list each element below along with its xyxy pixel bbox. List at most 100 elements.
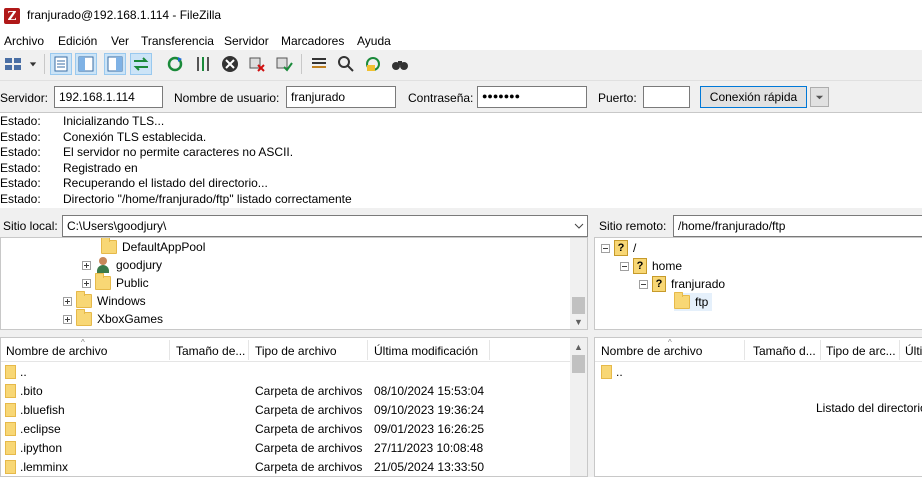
menu-marcadores[interactable]: Marcadores <box>281 34 344 48</box>
toolbar-separator <box>44 54 45 74</box>
column-divider[interactable] <box>489 340 490 360</box>
cancel-icon[interactable] <box>219 53 241 75</box>
username-input[interactable]: franjurado <box>286 86 396 108</box>
column-divider[interactable] <box>248 340 249 360</box>
refresh-icon[interactable] <box>164 53 186 75</box>
column-divider[interactable] <box>820 340 821 360</box>
folder-icon <box>76 309 92 326</box>
tree-item[interactable]: XboxGames <box>63 309 163 328</box>
password-input[interactable]: ●●●●●●● <box>477 86 587 108</box>
file-row[interactable]: .lemminx Carpeta de archivos 21/05/2024 … <box>1 457 587 476</box>
log-row: Estado: El servidor no permite caracteres… <box>0 145 294 159</box>
tree-item[interactable]: DefaultAppPool <box>101 238 205 256</box>
file-row[interactable]: .ipython Carpeta de archivos 27/11/2023 … <box>1 438 587 457</box>
file-row[interactable]: .. <box>595 362 922 381</box>
column-header-type[interactable]: Tipo de archivo <box>255 344 365 358</box>
file-row[interactable]: .eclipse Carpeta de archivos 09/01/2023 … <box>1 419 587 438</box>
column-header-modified[interactable]: Últi <box>905 344 922 358</box>
tree-item[interactable]: Windows <box>63 291 146 310</box>
menu-bar: Archivo Edición Ver Transferencia Servid… <box>0 32 922 50</box>
server-input[interactable]: 192.168.1.114 <box>54 86 163 108</box>
tree-item[interactable]: ? / <box>601 239 636 257</box>
file-row[interactable]: .bluefish Carpeta de archivos 09/10/2023… <box>1 400 587 419</box>
log-row: Estado: Registrado en <box>0 160 138 175</box>
local-tree-scrollbar[interactable]: ▼ <box>570 238 587 329</box>
collapse-icon[interactable] <box>639 279 648 289</box>
disconnect-icon[interactable] <box>246 53 268 75</box>
port-input[interactable] <box>643 86 690 108</box>
folder-icon <box>5 460 16 474</box>
menu-archivo[interactable]: Archivo <box>4 34 44 48</box>
password-label: Contraseña: <box>408 91 474 105</box>
chevron-down-icon[interactable] <box>574 221 584 231</box>
chevron-down-icon[interactable]: ▼ <box>574 318 583 327</box>
unknown-folder-icon: ? <box>614 240 628 256</box>
local-list-scrollbar[interactable]: ▲ <box>570 338 587 476</box>
toggle-local-tree-icon[interactable] <box>75 53 97 75</box>
local-directory-tree[interactable]: DefaultAppPool goodjury Public Windows X… <box>0 237 588 330</box>
local-path-combo[interactable]: C:\Users\goodjury\ <box>62 215 588 237</box>
username-label: Nombre de usuario: <box>174 91 280 105</box>
column-header-size[interactable]: Tamaño de... <box>176 344 248 358</box>
tree-item-selected[interactable]: ftp <box>674 292 713 311</box>
collapse-icon[interactable] <box>620 261 629 271</box>
filter-icon[interactable] <box>308 53 330 75</box>
expand-icon[interactable] <box>63 314 72 324</box>
toggle-remote-tree-icon[interactable] <box>104 53 126 75</box>
folder-icon <box>5 365 16 379</box>
collapse-icon[interactable] <box>601 243 610 253</box>
toggle-queue-icon[interactable] <box>130 53 152 75</box>
column-header-modified[interactable]: Última modificación <box>374 344 494 358</box>
file-row[interactable]: .. <box>1 362 587 381</box>
log-row: Estado: Recuperando el listado del direct… <box>0 176 268 190</box>
column-header-size[interactable]: Tamaño d... <box>753 344 821 358</box>
expand-icon[interactable] <box>63 296 72 306</box>
column-header-type[interactable]: Tipo de arc... <box>826 344 900 358</box>
process-queue-icon[interactable] <box>192 53 214 75</box>
column-divider[interactable] <box>899 340 900 360</box>
remote-path-combo[interactable]: /home/franjurado/ftp <box>673 215 922 237</box>
scrollbar-thumb[interactable] <box>572 355 585 373</box>
remote-file-list[interactable]: ^ Nombre de archivo Tamaño d... Tipo de … <box>594 337 922 477</box>
unknown-folder-icon: ? <box>633 258 647 274</box>
column-header-name[interactable]: Nombre de archivo <box>6 344 166 358</box>
site-manager-icon[interactable] <box>0 53 26 75</box>
sync-browse-icon[interactable] <box>362 53 384 75</box>
local-file-list[interactable]: ^ Nombre de archivo Tamaño de... Tipo de… <box>0 337 588 477</box>
reconnect-icon[interactable] <box>273 53 295 75</box>
dropdown-arrow-icon[interactable] <box>27 53 39 75</box>
folder-icon <box>601 365 612 379</box>
column-header-name[interactable]: Nombre de archivo <box>601 344 741 358</box>
remote-file-list-header: ^ Nombre de archivo Tamaño d... Tipo de … <box>595 338 922 362</box>
menu-ayuda[interactable]: Ayuda <box>357 34 391 48</box>
chevron-up-icon[interactable]: ▲ <box>574 343 583 352</box>
folder-icon <box>76 291 92 308</box>
column-divider[interactable] <box>367 340 368 360</box>
tree-item[interactable]: ? franjurado <box>639 275 725 293</box>
tree-item[interactable]: goodjury <box>82 256 162 274</box>
search-icon[interactable] <box>389 53 411 75</box>
folder-icon <box>95 273 111 290</box>
menu-edicion[interactable]: Edición <box>58 34 97 48</box>
expand-icon[interactable] <box>82 278 91 288</box>
scrollbar-thumb[interactable] <box>572 297 585 314</box>
column-divider[interactable] <box>744 340 745 360</box>
toggle-log-icon[interactable] <box>50 53 72 75</box>
menu-ver[interactable]: Ver <box>111 34 129 48</box>
column-divider[interactable] <box>169 340 170 360</box>
expand-icon[interactable] <box>82 260 91 270</box>
quickconnect-button[interactable]: Conexión rápida <box>700 86 807 108</box>
unknown-folder-icon: ? <box>652 276 666 292</box>
window-title: franjurado@192.168.1.114 - FileZilla <box>27 8 222 22</box>
remote-directory-tree[interactable]: ? / ? home ? franjurado ftp <box>594 237 922 330</box>
server-label: Servidor: <box>0 91 49 105</box>
compare-icon[interactable] <box>335 53 357 75</box>
menu-transferencia[interactable]: Transferencia <box>141 34 214 48</box>
tree-item[interactable]: Public <box>82 273 149 292</box>
tree-item[interactable]: ? home <box>620 257 682 275</box>
remote-list-status: Listado del directorio <box>816 401 922 415</box>
file-row[interactable]: .bito Carpeta de archivos 08/10/2024 15:… <box>1 381 587 400</box>
menu-servidor[interactable]: Servidor <box>224 34 269 48</box>
message-log[interactable]: Estado: Inicializando TLS... Estado: Conex… <box>0 112 922 208</box>
quickconnect-history-button[interactable] <box>810 87 829 107</box>
